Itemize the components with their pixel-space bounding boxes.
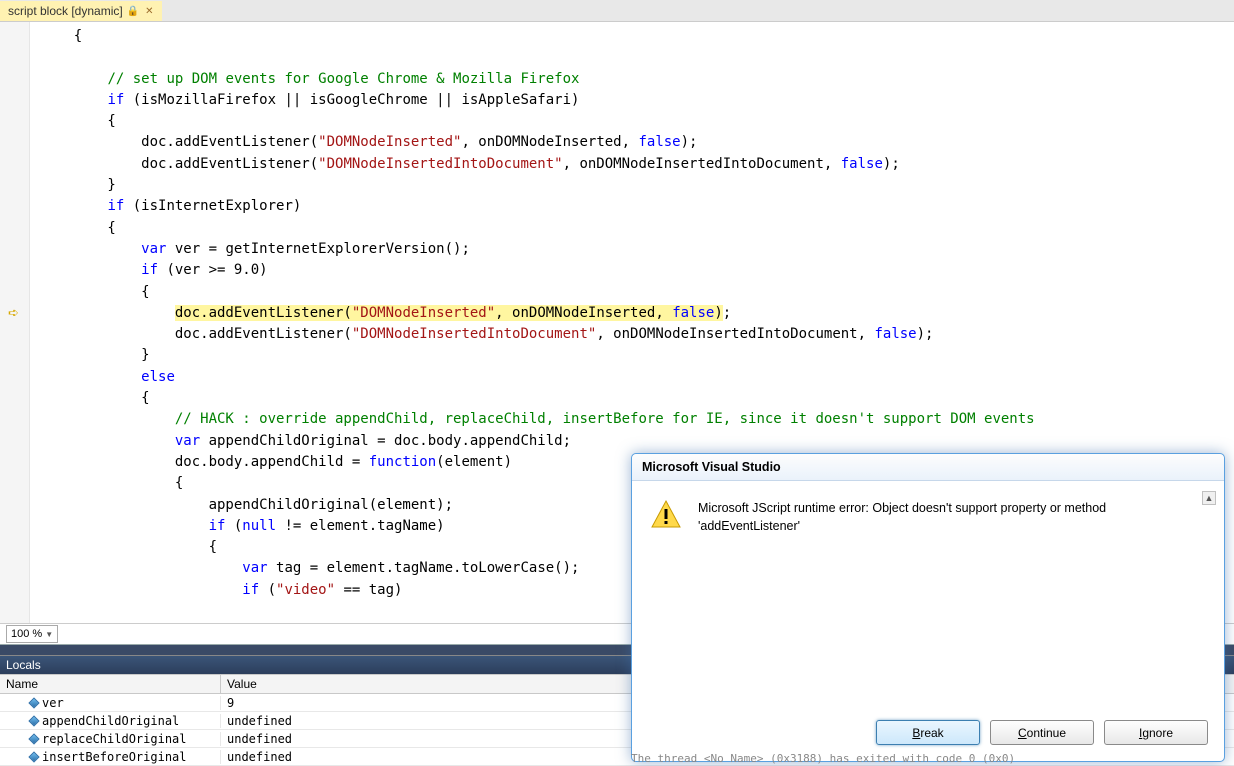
- zoom-value: 100 %: [11, 628, 42, 640]
- locals-var-name: ver: [0, 696, 221, 710]
- continue-button[interactable]: Continue: [990, 720, 1094, 745]
- dialog-title: Microsoft Visual Studio: [632, 454, 1224, 481]
- tab-label: script block [dynamic]: [8, 4, 123, 18]
- editor-tab-active[interactable]: script block [dynamic] 🔒 ✕: [0, 1, 162, 21]
- dialog-message: Microsoft JScript runtime error: Object …: [698, 499, 1204, 535]
- break-button[interactable]: Break: [876, 720, 980, 745]
- ignore-label: gnore: [1142, 726, 1173, 740]
- editor-gutter: ➪: [0, 22, 30, 623]
- scroll-up-icon[interactable]: ▲: [1202, 491, 1216, 505]
- continue-label: ontinue: [1027, 726, 1066, 740]
- locals-var-name: insertBeforeOriginal: [0, 750, 221, 764]
- break-label: reak: [920, 726, 943, 740]
- output-fragment: The thread <No Name> (0x3188) has exited…: [631, 752, 1015, 766]
- warning-icon: [650, 499, 682, 531]
- variable-icon: [28, 715, 39, 726]
- variable-icon: [28, 751, 39, 762]
- zoom-combo[interactable]: 100 % ▼: [6, 625, 58, 643]
- locals-col-name[interactable]: Name: [0, 675, 221, 693]
- error-dialog: Microsoft Visual Studio Microsoft JScrip…: [631, 453, 1225, 762]
- variable-icon: [28, 697, 39, 708]
- close-icon[interactable]: ✕: [143, 6, 155, 17]
- locals-var-name: replaceChildOriginal: [0, 732, 221, 746]
- variable-icon: [28, 733, 39, 744]
- dialog-body: Microsoft JScript runtime error: Object …: [632, 481, 1224, 720]
- locals-var-name: appendChildOriginal: [0, 714, 221, 728]
- document-tab-strip: script block [dynamic] 🔒 ✕: [0, 0, 1234, 22]
- ignore-button[interactable]: Ignore: [1104, 720, 1208, 745]
- lock-icon: 🔒: [127, 6, 139, 17]
- chevron-down-icon: ▼: [45, 630, 53, 639]
- execution-pointer-icon: ➪: [8, 305, 19, 321]
